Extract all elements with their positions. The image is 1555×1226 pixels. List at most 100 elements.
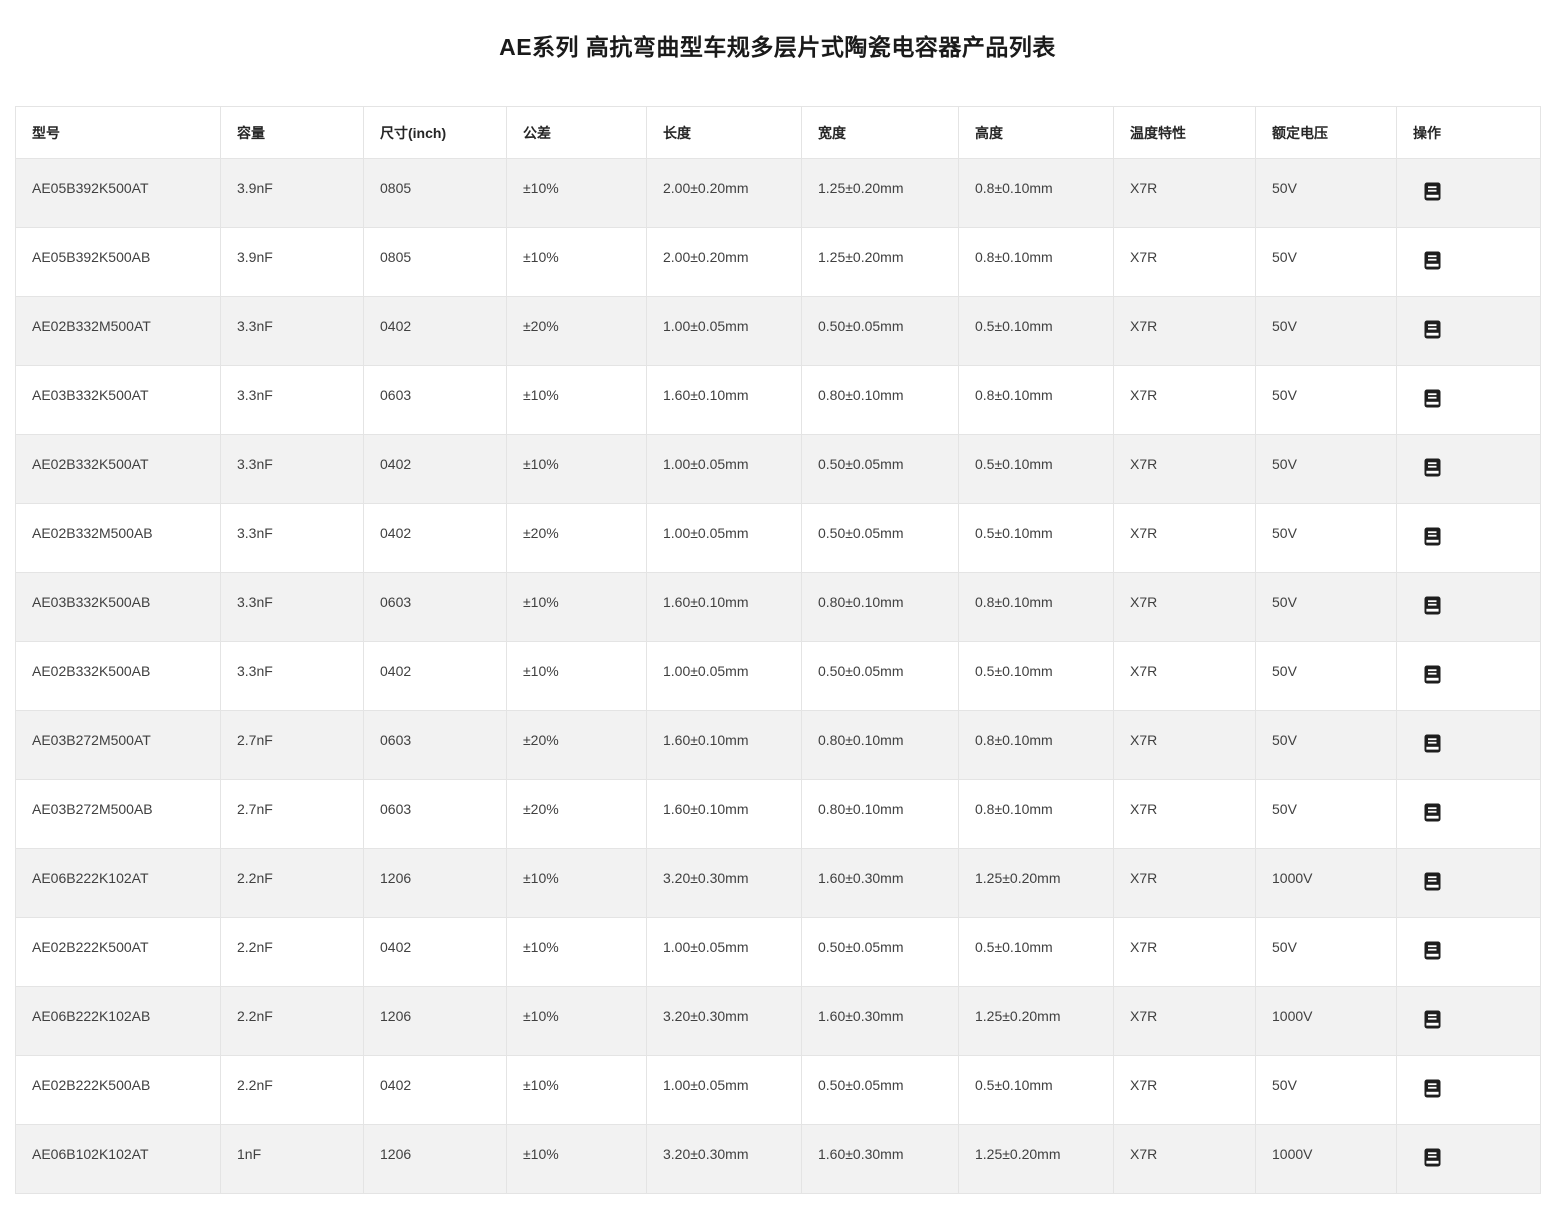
- cell-temp: X7R: [1114, 711, 1256, 780]
- cell-voltage: 50V: [1256, 504, 1397, 573]
- cell-size: 0603: [364, 780, 507, 849]
- cell-action: [1397, 849, 1541, 918]
- cell-height: 0.5±0.10mm: [959, 1056, 1114, 1125]
- cell-temp: X7R: [1114, 918, 1256, 987]
- cell-size: 0805: [364, 228, 507, 297]
- cell-voltage: 50V: [1256, 711, 1397, 780]
- view-detail-button[interactable]: [1424, 803, 1441, 822]
- cell-tolerance: ±20%: [507, 711, 647, 780]
- cell-model: AE05B392K500AB: [16, 228, 221, 297]
- cell-width: 0.50±0.05mm: [802, 1056, 959, 1125]
- cell-temp: X7R: [1114, 1056, 1256, 1125]
- view-detail-button[interactable]: [1424, 872, 1441, 891]
- cell-model: AE02B332K500AB: [16, 642, 221, 711]
- document-icon: [1424, 534, 1441, 549]
- column-header-width: 宽度: [802, 107, 959, 159]
- cell-length: 3.20±0.30mm: [647, 987, 802, 1056]
- cell-temp: X7R: [1114, 297, 1256, 366]
- table-row: AE05B392K500AB3.9nF0805±10%2.00±0.20mm1.…: [16, 228, 1541, 297]
- cell-temp: X7R: [1114, 504, 1256, 573]
- cell-length: 2.00±0.20mm: [647, 228, 802, 297]
- view-detail-button[interactable]: [1424, 389, 1441, 408]
- cell-voltage: 50V: [1256, 918, 1397, 987]
- cell-action: [1397, 1056, 1541, 1125]
- cell-capacity: 3.3nF: [221, 504, 364, 573]
- cell-length: 1.00±0.05mm: [647, 297, 802, 366]
- cell-length: 1.60±0.10mm: [647, 711, 802, 780]
- view-detail-button[interactable]: [1424, 1010, 1441, 1029]
- view-detail-button[interactable]: [1424, 251, 1441, 270]
- cell-tolerance: ±10%: [507, 228, 647, 297]
- cell-capacity: 2.2nF: [221, 1056, 364, 1125]
- cell-voltage: 50V: [1256, 228, 1397, 297]
- view-detail-button[interactable]: [1424, 734, 1441, 753]
- document-icon: [1424, 189, 1441, 204]
- column-header-tolerance: 公差: [507, 107, 647, 159]
- cell-voltage: 50V: [1256, 642, 1397, 711]
- cell-action: [1397, 780, 1541, 849]
- cell-width: 0.50±0.05mm: [802, 642, 959, 711]
- cell-model: AE03B272M500AT: [16, 711, 221, 780]
- document-icon: [1424, 879, 1441, 894]
- cell-action: [1397, 642, 1541, 711]
- cell-action: [1397, 504, 1541, 573]
- cell-length: 1.00±0.05mm: [647, 435, 802, 504]
- cell-action: [1397, 987, 1541, 1056]
- cell-tolerance: ±10%: [507, 918, 647, 987]
- cell-height: 0.8±0.10mm: [959, 780, 1114, 849]
- cell-length: 1.60±0.10mm: [647, 366, 802, 435]
- cell-size: 0402: [364, 1056, 507, 1125]
- cell-width: 0.80±0.10mm: [802, 366, 959, 435]
- cell-action: [1397, 435, 1541, 504]
- column-header-size: 尺寸(inch): [364, 107, 507, 159]
- document-icon: [1424, 1155, 1441, 1170]
- cell-temp: X7R: [1114, 573, 1256, 642]
- cell-tolerance: ±20%: [507, 297, 647, 366]
- document-icon: [1424, 741, 1441, 756]
- cell-tolerance: ±20%: [507, 504, 647, 573]
- view-detail-button[interactable]: [1424, 665, 1441, 684]
- cell-temp: X7R: [1114, 1125, 1256, 1194]
- cell-length: 1.00±0.05mm: [647, 1056, 802, 1125]
- document-icon: [1424, 603, 1441, 618]
- view-detail-button[interactable]: [1424, 1148, 1441, 1167]
- view-detail-button[interactable]: [1424, 1079, 1441, 1098]
- cell-voltage: 50V: [1256, 1056, 1397, 1125]
- column-header-temp: 温度特性: [1114, 107, 1256, 159]
- cell-height: 0.5±0.10mm: [959, 297, 1114, 366]
- view-detail-button[interactable]: [1424, 596, 1441, 615]
- cell-height: 0.8±0.10mm: [959, 711, 1114, 780]
- cell-voltage: 50V: [1256, 573, 1397, 642]
- document-icon: [1424, 672, 1441, 687]
- cell-action: [1397, 711, 1541, 780]
- cell-tolerance: ±20%: [507, 780, 647, 849]
- cell-model: AE02B222K500AT: [16, 918, 221, 987]
- table-row: AE03B332K500AB3.3nF0603±10%1.60±0.10mm0.…: [16, 573, 1541, 642]
- cell-width: 1.25±0.20mm: [802, 159, 959, 228]
- cell-width: 0.80±0.10mm: [802, 573, 959, 642]
- cell-model: AE03B332K500AB: [16, 573, 221, 642]
- cell-length: 1.60±0.10mm: [647, 780, 802, 849]
- view-detail-button[interactable]: [1424, 182, 1441, 201]
- cell-capacity: 2.2nF: [221, 987, 364, 1056]
- cell-width: 1.60±0.30mm: [802, 849, 959, 918]
- view-detail-button[interactable]: [1424, 527, 1441, 546]
- cell-capacity: 2.7nF: [221, 780, 364, 849]
- view-detail-button[interactable]: [1424, 941, 1441, 960]
- cell-temp: X7R: [1114, 642, 1256, 711]
- view-detail-button[interactable]: [1424, 458, 1441, 477]
- cell-tolerance: ±10%: [507, 159, 647, 228]
- document-icon: [1424, 1086, 1441, 1101]
- table-row: AE03B332K500AT3.3nF0603±10%1.60±0.10mm0.…: [16, 366, 1541, 435]
- cell-capacity: 2.7nF: [221, 711, 364, 780]
- table-row: AE02B222K500AB2.2nF0402±10%1.00±0.05mm0.…: [16, 1056, 1541, 1125]
- document-icon: [1424, 258, 1441, 273]
- document-icon: [1424, 948, 1441, 963]
- cell-action: [1397, 573, 1541, 642]
- view-detail-button[interactable]: [1424, 320, 1441, 339]
- cell-voltage: 50V: [1256, 366, 1397, 435]
- cell-height: 0.5±0.10mm: [959, 504, 1114, 573]
- cell-size: 0402: [364, 435, 507, 504]
- header-row: 型号容量尺寸(inch)公差长度宽度高度温度特性额定电压操作: [16, 107, 1541, 159]
- document-icon: [1424, 396, 1441, 411]
